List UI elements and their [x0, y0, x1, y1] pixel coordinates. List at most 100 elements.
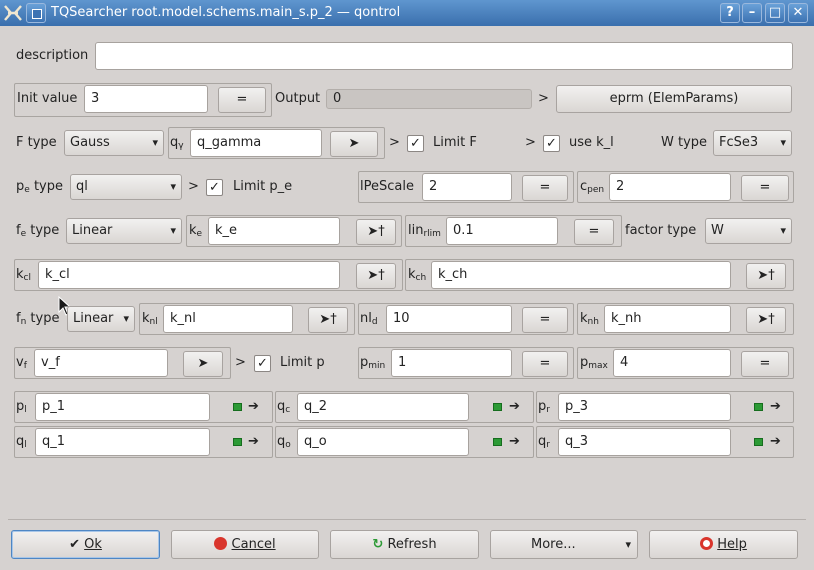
w-type-label: W type	[661, 135, 708, 150]
ql-input[interactable]: q_1	[35, 428, 210, 456]
pc-link-arrow[interactable]: ➔	[509, 399, 520, 414]
ql-link-arrow[interactable]: ➔	[248, 434, 259, 449]
w-type-select[interactable]: FcSe3 ▾	[713, 130, 792, 156]
pmin-equals-button[interactable]: =	[522, 351, 568, 377]
vf-input[interactable]: v_f	[34, 349, 168, 377]
chevron-down-icon: ▾	[170, 224, 176, 237]
chevron-down-icon: ▾	[152, 136, 158, 149]
ke-input[interactable]: k_e	[208, 217, 340, 245]
cpen-equals-button[interactable]: =	[741, 175, 789, 201]
lin-input[interactable]: 0.1	[446, 217, 558, 245]
lpescale-input[interactable]: 2	[422, 173, 512, 201]
output-arrow: >	[538, 91, 549, 106]
knl-go-button[interactable]: ➤†	[308, 307, 348, 333]
pr-link-arrow[interactable]: ➔	[770, 399, 781, 414]
output-label: Output	[275, 91, 321, 106]
f-type-select[interactable]: Gauss ▾	[64, 130, 164, 156]
pmax-equals-button[interactable]: =	[741, 351, 789, 377]
limit-f-checkbox[interactable]: ✓	[407, 135, 424, 152]
use-kl-checkbox[interactable]: ✓	[543, 135, 560, 152]
factor-type-select[interactable]: W ▾	[705, 218, 792, 244]
pl-label: pl	[16, 399, 27, 415]
q-gamma-go-button[interactable]: ➤	[330, 131, 378, 157]
green-link-icon[interactable]	[233, 438, 242, 446]
help-button[interactable]: Help	[649, 530, 798, 559]
chevron-down-icon: ▾	[625, 538, 631, 551]
qo-input[interactable]: q_o	[297, 428, 469, 456]
q-gamma-label: qγ	[170, 135, 184, 151]
f-type-label: F type	[16, 135, 57, 150]
fe-type-select[interactable]: Linear ▾	[66, 218, 182, 244]
limit-p-checkbox[interactable]: ✓	[254, 355, 271, 372]
pe-type-select[interactable]: ql ▾	[70, 174, 182, 200]
nld-label: nld	[360, 311, 378, 327]
close-button[interactable]: ✕	[788, 3, 808, 23]
kcl-go-button[interactable]: ➤†	[356, 263, 396, 289]
kch-go-button[interactable]: ➤†	[746, 263, 786, 289]
kch-input[interactable]: k_ch	[431, 261, 731, 289]
vf-arrow: >	[235, 355, 246, 370]
pc-label: qc	[277, 399, 291, 415]
eprm-button[interactable]: eprm (ElemParams)	[556, 85, 792, 113]
ke-go-button[interactable]: ➤†	[356, 219, 396, 245]
pc-input[interactable]: q_2	[297, 393, 469, 421]
pmin-label: pmin	[360, 355, 386, 371]
qr-link-arrow[interactable]: ➔	[770, 434, 781, 449]
description-label: description	[16, 48, 89, 63]
cpen-input[interactable]: 2	[609, 173, 731, 201]
fn-type-select[interactable]: Linear ▾	[67, 306, 135, 332]
help-title-button[interactable]: ?	[720, 3, 740, 23]
cancel-icon	[214, 537, 228, 550]
init-value-input[interactable]: 3	[84, 85, 208, 113]
refresh-button[interactable]: ↻ Refresh	[330, 530, 479, 559]
pr-label: pr	[538, 399, 550, 415]
pr-input[interactable]: p_3	[558, 393, 731, 421]
window-title: TQSearcher root.model.schems.main_s.p_2 …	[51, 5, 401, 20]
chevron-down-icon: ▾	[780, 136, 786, 149]
kcl-label: kcl	[16, 267, 31, 283]
limit-pe-checkbox[interactable]: ✓	[206, 179, 223, 196]
nld-equals-button[interactable]: =	[522, 307, 568, 333]
green-link-icon[interactable]	[754, 438, 763, 446]
window-menu-button[interactable]	[26, 3, 46, 23]
lpescale-equals-button[interactable]: =	[522, 175, 568, 201]
green-link-icon[interactable]	[493, 403, 502, 411]
cancel-button[interactable]: Cancel	[171, 530, 319, 559]
vf-go-button[interactable]: ➤	[183, 351, 223, 377]
knl-input[interactable]: k_nl	[163, 305, 293, 333]
limit-pe-label: Limit p_e	[233, 179, 293, 194]
minimize-button[interactable]: –	[742, 3, 762, 23]
lin-equals-button[interactable]: =	[574, 219, 614, 245]
help-icon	[700, 537, 714, 550]
qo-label: qo	[277, 434, 291, 450]
pl-link-arrow[interactable]: ➔	[248, 399, 259, 414]
factor-type-label: factor type	[625, 223, 697, 238]
ql-label: ql	[16, 434, 27, 450]
green-link-icon[interactable]	[754, 403, 763, 411]
knh-go-button[interactable]: ➤†	[746, 307, 786, 333]
green-link-icon[interactable]	[233, 403, 242, 411]
f-arrow-1: >	[389, 135, 400, 150]
knh-input[interactable]: k_nh	[604, 305, 731, 333]
pmin-input[interactable]: 1	[391, 349, 512, 377]
pmax-input[interactable]: 4	[613, 349, 731, 377]
pl-input[interactable]: p_1	[35, 393, 210, 421]
nld-input[interactable]: 10	[386, 305, 512, 333]
kch-label: kch	[408, 267, 427, 283]
q-gamma-input[interactable]: q_gamma	[190, 129, 322, 157]
qo-link-arrow[interactable]: ➔	[509, 434, 520, 449]
init-equals-button[interactable]: =	[218, 87, 266, 113]
green-link-icon[interactable]	[493, 438, 502, 446]
f-arrow-2: >	[525, 135, 536, 150]
qr-input[interactable]: q_3	[558, 428, 731, 456]
ok-button[interactable]: ✔ Ok	[11, 530, 160, 559]
maximize-button[interactable]: □	[765, 3, 785, 23]
output-field: 0	[326, 89, 532, 109]
chevron-down-icon: ▾	[780, 224, 786, 237]
knh-label: knh	[580, 311, 599, 327]
use-kl-label: use k_l	[569, 135, 614, 150]
kcl-input[interactable]: k_cl	[38, 261, 340, 289]
qr-label: qr	[538, 434, 550, 450]
description-input[interactable]	[95, 42, 793, 70]
more-button[interactable]: More... ▾	[490, 530, 638, 559]
